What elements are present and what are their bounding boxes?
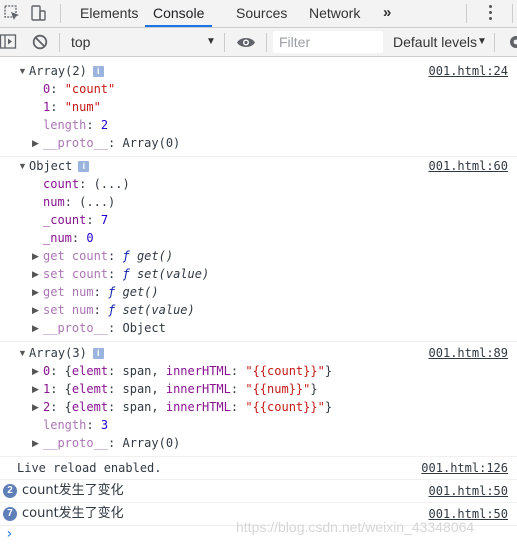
tab-divider	[512, 4, 513, 23]
tab-divider	[60, 4, 61, 23]
expand-triangle-icon[interactable]: ▶	[32, 384, 39, 395]
log-text: count发生了变化	[22, 506, 124, 521]
expand-triangle-icon[interactable]: ▶	[32, 323, 39, 334]
repeat-count-badge: 7	[3, 507, 17, 521]
setter-entry[interactable]: set num: ƒ set(value)	[43, 301, 195, 319]
expand-triangle-icon[interactable]: ▶	[32, 366, 39, 377]
object-property: _num: 0	[43, 231, 94, 245]
array-entry[interactable]: 2: {elemt: span, innerHTML: "{{count}}"}	[43, 398, 332, 416]
expand-triangle-icon[interactable]: ▶	[32, 138, 39, 149]
tab-sources[interactable]: Sources	[236, 0, 287, 27]
array-proto[interactable]: __proto__: Array(0)	[43, 134, 180, 152]
expand-triangle-icon[interactable]: ▶	[32, 402, 39, 413]
source-link[interactable]: 001.html:60	[429, 157, 508, 175]
object-property[interactable]: count: (...)	[43, 175, 130, 193]
expand-triangle-icon[interactable]: ▶	[32, 438, 39, 449]
clear-console-icon[interactable]	[32, 34, 48, 50]
object-property: _count: 7	[43, 213, 109, 227]
tab-elements[interactable]: Elements	[80, 0, 138, 27]
console-message-object: ▼ Object i 001.html:60 count: (...) num: …	[0, 157, 517, 342]
source-link[interactable]: 001.html:89	[429, 344, 508, 362]
array-entry: 0: "count"	[43, 82, 116, 96]
expand-triangle-icon[interactable]: ▶	[32, 287, 39, 298]
console-prompt-chevron-icon[interactable]: ›	[5, 526, 13, 542]
log-levels-dropdown[interactable]: Default levels	[393, 28, 477, 56]
console-toolbar: top ▼ Default levels ▼	[0, 28, 517, 57]
object-header[interactable]: Object i	[29, 157, 90, 175]
repeat-count-badge: 2	[3, 484, 17, 498]
live-expression-eye-icon[interactable]	[236, 36, 256, 49]
devtools-tab-bar: Elements Console Sources Network »	[0, 0, 517, 28]
toolbar-divider	[494, 33, 495, 52]
console-message-log: Live reload enabled. 001.html:126	[0, 459, 517, 480]
tab-network[interactable]: Network	[309, 0, 360, 27]
console-message-array: ▼ Array(2) i 001.html:24 0: "count" 1: "n…	[0, 62, 517, 157]
toolbar-divider	[266, 33, 267, 52]
context-selector[interactable]: top	[71, 28, 90, 56]
setter-entry[interactable]: set count: ƒ set(value)	[43, 265, 209, 283]
levels-dropdown-arrow-icon[interactable]: ▼	[477, 28, 487, 56]
source-link[interactable]: 001.html:126	[421, 459, 508, 477]
array-header[interactable]: Array(3) i	[29, 344, 104, 362]
device-toolbar-icon[interactable]	[29, 4, 47, 22]
console-settings-gear-icon[interactable]	[505, 34, 517, 50]
tab-console[interactable]: Console	[145, 0, 213, 27]
more-options-icon[interactable]	[489, 5, 493, 23]
more-tabs-chevron-icon[interactable]: »	[383, 0, 391, 27]
array-entry[interactable]: 1: {elemt: span, innerHTML: "{{num}}"}	[43, 380, 318, 398]
inspect-element-icon[interactable]	[3, 4, 21, 22]
info-icon: i	[78, 161, 90, 172]
array-proto[interactable]: __proto__: Array(0)	[43, 434, 180, 452]
sidebar-toggle-icon[interactable]	[0, 34, 17, 50]
array-length: length: 3	[43, 418, 109, 432]
toolbar-divider	[59, 33, 60, 52]
filter-input[interactable]	[273, 31, 383, 53]
watermark: https://blog.csdn.net/weixin_43348064	[236, 519, 475, 535]
array-header[interactable]: Array(2) i	[29, 62, 104, 80]
collapse-triangle-icon[interactable]: ▼	[18, 348, 27, 358]
context-dropdown-arrow-icon[interactable]: ▼	[206, 28, 216, 56]
getter-entry[interactable]: get count: ƒ get()	[43, 247, 173, 265]
object-property[interactable]: num: (...)	[43, 193, 115, 211]
array-entry: 1: "num"	[43, 100, 101, 114]
collapse-triangle-icon[interactable]: ▼	[18, 161, 27, 171]
expand-triangle-icon[interactable]: ▶	[32, 305, 39, 316]
source-link[interactable]: 001.html:50	[429, 482, 508, 500]
info-icon: i	[92, 348, 104, 359]
log-text: count发生了变化	[22, 483, 124, 498]
expand-triangle-icon[interactable]: ▶	[32, 269, 39, 280]
getter-entry[interactable]: get num: ƒ get()	[43, 283, 159, 301]
array-length: length: 2	[43, 118, 109, 132]
log-text: Live reload enabled.	[17, 461, 162, 475]
info-icon: i	[92, 66, 104, 77]
expand-triangle-icon[interactable]: ▶	[32, 251, 39, 262]
console-message-log: 2 count发生了变化 001.html:50	[0, 481, 517, 503]
array-entry[interactable]: 0: {elemt: span, innerHTML: "{{count}}"}	[43, 362, 332, 380]
console-message-array: ▼ Array(3) i 001.html:89 ▶ 0: {elemt: spa…	[0, 344, 517, 457]
tab-divider	[466, 4, 467, 23]
source-link[interactable]: 001.html:24	[429, 62, 508, 80]
toolbar-divider	[224, 33, 225, 52]
object-proto[interactable]: __proto__: Object	[43, 319, 166, 337]
collapse-triangle-icon[interactable]: ▼	[18, 66, 27, 76]
